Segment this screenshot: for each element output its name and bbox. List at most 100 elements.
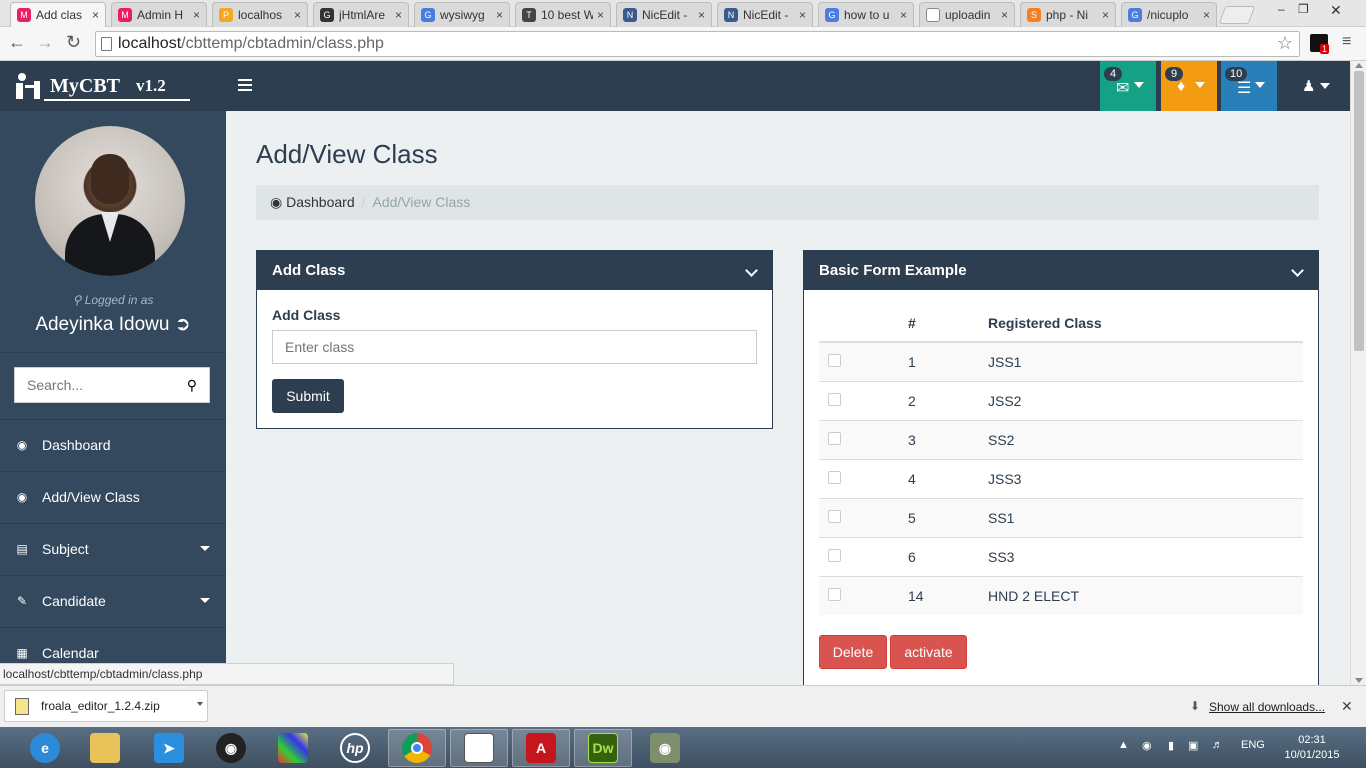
user-dropdown[interactable]: ♟ xyxy=(1294,61,1350,111)
tray-app-icon[interactable]: ◉ xyxy=(1142,739,1152,752)
sidebar-item-candidate[interactable]: ✎ Candidate xyxy=(0,575,226,626)
tab-close-icon[interactable]: × xyxy=(193,8,200,22)
network-icon[interactable]: ▣ xyxy=(1188,739,1198,752)
taskbar-app-8[interactable] xyxy=(450,729,508,767)
acrobat-icon: A xyxy=(526,733,556,763)
chrome-menu-icon[interactable]: ≡ xyxy=(1342,33,1351,51)
chevron-down-icon[interactable] xyxy=(197,702,203,706)
taskbar-ie[interactable]: e xyxy=(16,729,74,767)
battery-icon[interactable]: ▮ xyxy=(1168,739,1174,752)
submit-button[interactable]: Submit xyxy=(272,379,344,413)
tab-close-icon[interactable]: × xyxy=(1001,8,1008,22)
reload-icon[interactable]: ↻ xyxy=(66,32,81,53)
tab-close-icon[interactable]: × xyxy=(597,8,604,22)
browser-tab[interactable]: M Admin H × xyxy=(111,2,207,27)
tab-close-icon[interactable]: × xyxy=(496,8,503,22)
tab-close-icon[interactable]: × xyxy=(698,8,705,22)
browser-tab[interactable]: Ghow to u × xyxy=(818,2,914,27)
page-scrollbar[interactable] xyxy=(1350,61,1366,685)
page-icon xyxy=(101,37,112,51)
back-icon[interactable]: ← xyxy=(8,32,26,53)
language-indicator[interactable]: ENG xyxy=(1241,739,1265,751)
row-checkbox[interactable] xyxy=(828,431,841,445)
row-checkbox[interactable] xyxy=(828,470,841,484)
maximize-button[interactable]: ❐ xyxy=(1298,2,1309,16)
sidebar-item-dashboard[interactable]: ◉ Dashboard xyxy=(0,419,226,470)
tab-label: uploadin xyxy=(945,8,991,22)
url-input[interactable]: localhost/cbttemp/cbtadmin/class.php ☆ xyxy=(95,31,1300,57)
tab-label: NicEdit - xyxy=(642,8,688,22)
tab-close-icon[interactable]: × xyxy=(1203,8,1210,22)
forward-icon[interactable]: → xyxy=(36,32,54,53)
sidebar-item-label: Dashboard xyxy=(42,437,111,453)
download-item[interactable]: froala_editor_1.2.4.zip xyxy=(4,690,208,722)
taskbar-app-5[interactable] xyxy=(264,729,322,767)
breadcrumb-home[interactable]: Dashboard xyxy=(286,194,355,210)
table-row: 5 SS1 xyxy=(819,497,1303,537)
brand[interactable]: MyCBT v1.2 xyxy=(0,61,226,111)
scroll-down-icon[interactable] xyxy=(1355,678,1363,683)
search-icon[interactable]: ⚲ xyxy=(187,377,197,394)
sidebar: ⚲ Logged in as Adeyinka Idowu ➲ ⚲ ◉ Dash… xyxy=(0,111,226,685)
class-input[interactable] xyxy=(272,330,757,364)
volume-icon[interactable]: ♬ xyxy=(1212,739,1223,751)
tasks-dropdown[interactable]: 10 ☰ xyxy=(1221,61,1277,111)
browser-tab[interactable]: T 10 best W × xyxy=(515,2,611,27)
tab-close-icon[interactable]: × xyxy=(799,8,806,22)
browser-tab[interactable]: Plocalhos × xyxy=(212,2,308,27)
tab-close-icon[interactable]: × xyxy=(294,8,301,22)
taskbar-chrome[interactable] xyxy=(388,729,446,767)
new-tab-button[interactable] xyxy=(1218,6,1256,24)
tab-favicon-icon: S xyxy=(1027,8,1041,22)
browser-tab[interactable]: GjHtmlAre × xyxy=(313,2,409,27)
browser-tab[interactable]: M Add clas × xyxy=(10,2,106,27)
sidebar-item-subject[interactable]: ▤ Subject xyxy=(0,523,226,574)
row-class-name: SS2 xyxy=(987,419,1303,459)
activate-button[interactable]: activate xyxy=(890,635,967,669)
scroll-up-icon[interactable] xyxy=(1355,63,1363,68)
tab-close-icon[interactable]: × xyxy=(395,8,402,22)
browser-tab[interactable]: N NicEdit - × xyxy=(616,2,712,27)
row-checkbox[interactable] xyxy=(828,587,841,601)
row-checkbox[interactable] xyxy=(828,548,841,562)
alerts-dropdown[interactable]: 9 ♦ xyxy=(1161,61,1217,111)
chevron-down-icon[interactable] xyxy=(745,264,758,277)
taskbar-acrobat[interactable]: A xyxy=(512,729,570,767)
tab-close-icon[interactable]: × xyxy=(900,8,907,22)
taskbar-app-4[interactable]: ◉ xyxy=(202,729,260,767)
scrollbar-thumb[interactable] xyxy=(1354,71,1364,351)
close-icon[interactable]: ✕ xyxy=(1341,698,1353,715)
tab-close-icon[interactable]: × xyxy=(92,8,99,22)
sidebar-item-add-view-class[interactable]: ◉ Add/View Class xyxy=(0,471,226,522)
tab-close-icon[interactable]: × xyxy=(1102,8,1109,22)
browser-tab[interactable]: N NicEdit - × xyxy=(717,2,813,27)
taskbar-dreamweaver[interactable]: Dw xyxy=(574,729,632,767)
taskbar-hp[interactable]: hp xyxy=(326,729,384,767)
sign-out-icon[interactable]: ➲ xyxy=(175,314,191,335)
row-checkbox[interactable] xyxy=(828,353,841,367)
row-checkbox[interactable] xyxy=(828,392,841,406)
bookmark-star-icon[interactable]: ☆ xyxy=(1277,33,1293,54)
browser-tab[interactable]: Duploadin × xyxy=(919,2,1015,27)
menu-toggle-icon[interactable] xyxy=(238,79,252,94)
minimize-button[interactable]: – xyxy=(1278,2,1285,16)
taskbar-app-11[interactable]: ◉ xyxy=(636,729,694,767)
messages-dropdown[interactable]: 4 ✉ xyxy=(1100,61,1156,111)
clock[interactable]: 02:31 10/01/2015 xyxy=(1282,733,1342,763)
download-shelf: froala_editor_1.2.4.zip ⬇ Show all downl… xyxy=(0,685,1366,727)
chevron-down-icon[interactable] xyxy=(1291,264,1304,277)
search-input[interactable] xyxy=(15,368,175,402)
browser-tab[interactable]: G/nicuplo × xyxy=(1121,2,1217,27)
show-all-downloads-link[interactable]: Show all downloads... xyxy=(1209,700,1325,714)
browser-tab[interactable]: Gwysiwyg × xyxy=(414,2,510,27)
caret-down-icon xyxy=(1255,82,1265,88)
delete-button[interactable]: Delete xyxy=(819,635,887,669)
taskbar-explorer[interactable] xyxy=(76,729,134,767)
puzzle-icon xyxy=(278,733,308,763)
tray-chevron-icon[interactable]: ▲ xyxy=(1118,739,1129,751)
row-checkbox[interactable] xyxy=(828,509,841,523)
brand-name: MyCBT xyxy=(50,74,120,97)
close-window-button[interactable]: ✕ xyxy=(1330,2,1342,19)
browser-tab[interactable]: Sphp - Ni × xyxy=(1020,2,1116,27)
taskbar-app-3[interactable]: ➤ xyxy=(140,729,198,767)
